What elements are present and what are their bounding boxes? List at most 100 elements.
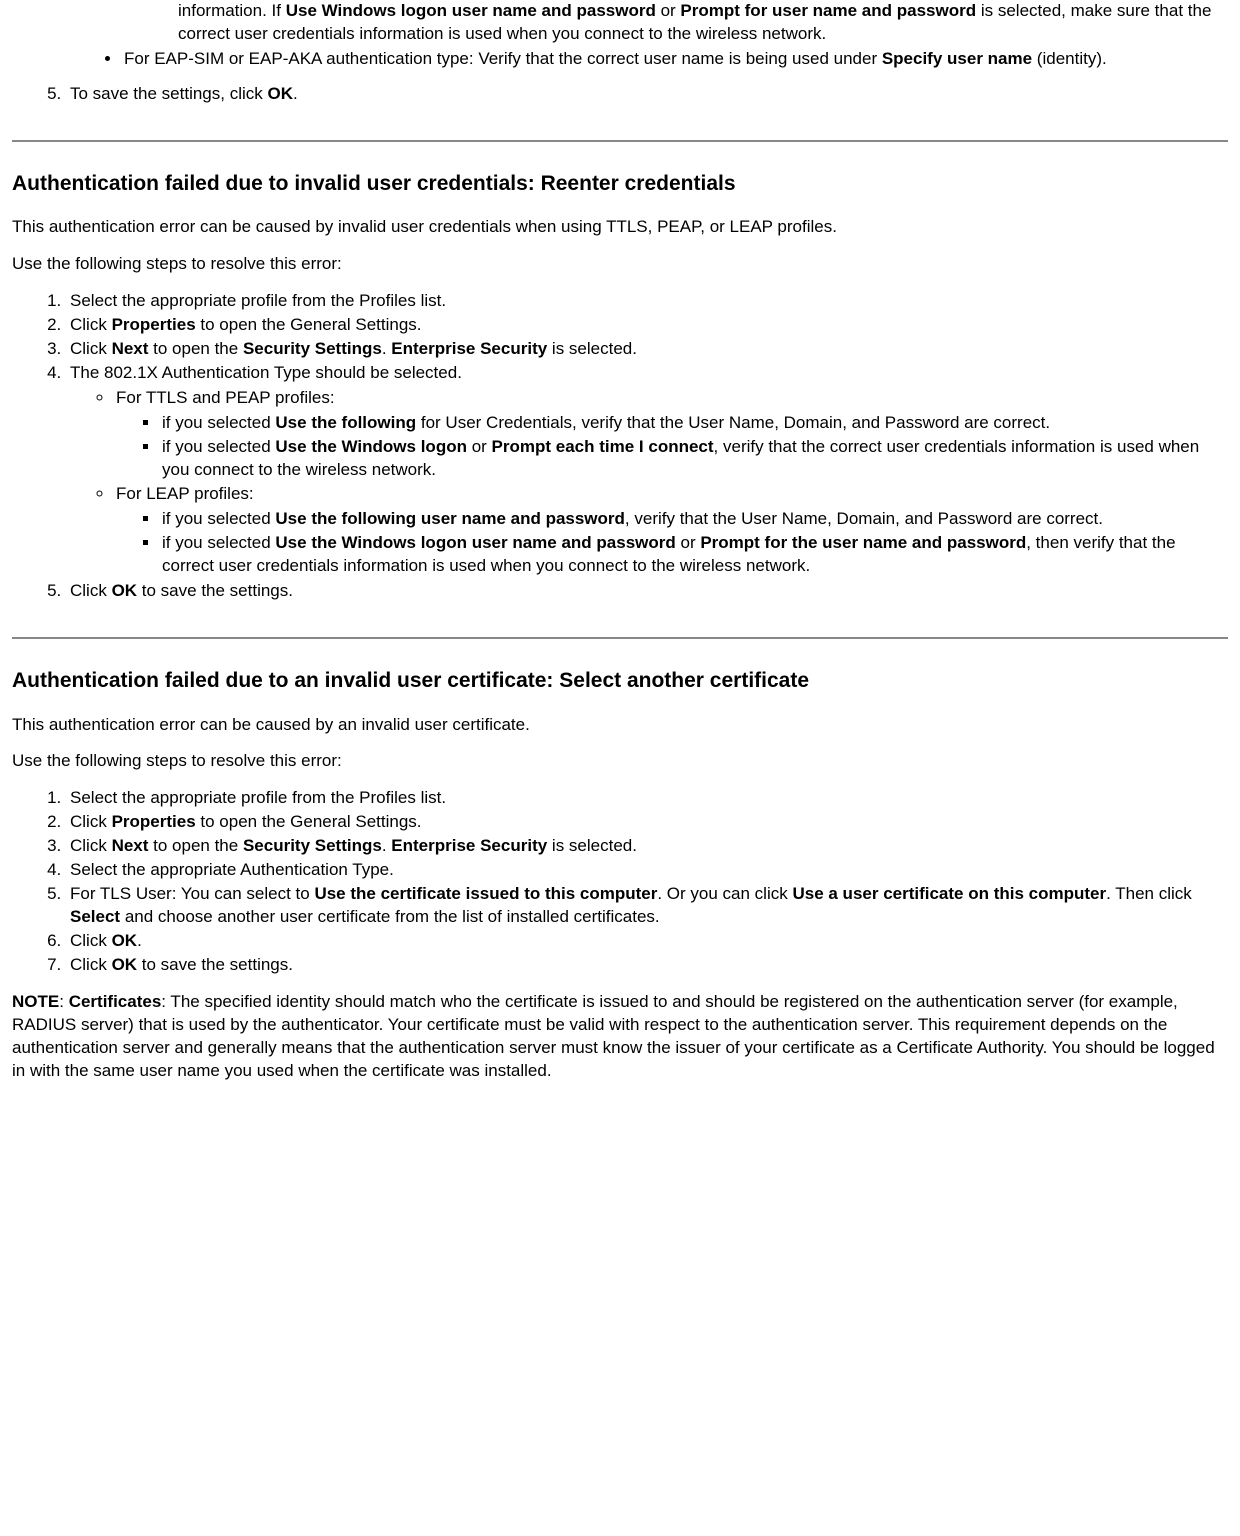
text: To save the settings, click — [70, 84, 267, 103]
text: . Then click — [1106, 884, 1192, 903]
text: if you selected — [162, 413, 275, 432]
sublist: if you selected Use the following for Us… — [116, 412, 1228, 482]
bold-text: Use the Windows logon — [275, 437, 467, 456]
bold-text: Enterprise Security — [391, 339, 547, 358]
bold-text: NOTE — [12, 992, 59, 1011]
text: if you selected — [162, 509, 275, 528]
top-fragment-numbered: To save the settings, click OK. — [12, 83, 1228, 106]
bold-text: OK — [267, 84, 293, 103]
text: or — [676, 533, 701, 552]
text: : — [59, 992, 68, 1011]
list-item: To save the settings, click OK. — [66, 83, 1228, 106]
text: if you selected — [162, 533, 275, 552]
text: (identity). — [1032, 49, 1107, 68]
text: : The specified identity should match wh… — [12, 992, 1215, 1080]
list-item: Click OK. — [66, 930, 1228, 953]
text: and choose another user certificate from… — [120, 907, 660, 926]
bold-text: Select — [70, 907, 120, 926]
text: to open the General Settings. — [196, 812, 422, 831]
list-item: Click Properties to open the General Set… — [66, 314, 1228, 337]
text: Click — [70, 339, 112, 358]
list-item: Click Properties to open the General Set… — [66, 811, 1228, 834]
top-fragment-continuation: information. If Use Windows logon user n… — [178, 0, 1228, 46]
list-item: For TTLS and PEAP profiles: if you selec… — [114, 387, 1228, 482]
list-item: if you selected Use the Windows logon us… — [160, 532, 1228, 578]
list-item: if you selected Use the following for Us… — [160, 412, 1228, 435]
bold-text: Next — [112, 836, 149, 855]
divider — [12, 140, 1228, 142]
list-item: if you selected Use the following user n… — [160, 508, 1228, 531]
list-item: For EAP-SIM or EAP-AKA authentication ty… — [122, 48, 1228, 71]
list-item: if you selected Use the Windows logon or… — [160, 436, 1228, 482]
sublist: For TTLS and PEAP profiles: if you selec… — [70, 387, 1228, 579]
top-fragment: information. If Use Windows logon user n… — [68, 0, 1228, 71]
bold-text: Properties — [112, 315, 196, 334]
bold-text: Security Settings — [243, 836, 382, 855]
text: . — [293, 84, 298, 103]
bold-text: Prompt each time I connect — [492, 437, 714, 456]
bold-text: Properties — [112, 812, 196, 831]
bold-text: OK — [112, 931, 138, 950]
list-item: Click Next to open the Security Settings… — [66, 835, 1228, 858]
text: , verify that the User Name, Domain, and… — [625, 509, 1103, 528]
bold-text: Next — [112, 339, 149, 358]
list-item: For TLS User: You can select to Use the … — [66, 883, 1228, 929]
section-title-reenter-credentials: Authentication failed due to invalid use… — [12, 170, 1228, 198]
text: or — [467, 437, 492, 456]
list-item: For LEAP profiles: if you selected Use t… — [114, 483, 1228, 578]
list-item: Click Next to open the Security Settings… — [66, 338, 1228, 361]
list-item: Click OK to save the settings. — [66, 954, 1228, 977]
divider — [12, 637, 1228, 639]
paragraph: This authentication error can be caused … — [12, 714, 1228, 737]
text: information. If — [178, 1, 286, 20]
text: is selected. — [547, 836, 637, 855]
text: . — [137, 931, 142, 950]
text: Click — [70, 931, 112, 950]
bold-text: Use Windows logon user name and password — [286, 1, 656, 20]
text: The 802.1X Authentication Type should be… — [70, 363, 462, 382]
text: For TTLS and PEAP profiles: — [116, 388, 335, 407]
text: Click — [70, 581, 112, 600]
bold-text: Use a user certificate on this computer — [792, 884, 1106, 903]
text: if you selected — [162, 437, 275, 456]
bold-text: Security Settings — [243, 339, 382, 358]
bold-text: OK — [112, 955, 138, 974]
text: . Or you can click — [657, 884, 792, 903]
bold-text: Specify user name — [882, 49, 1032, 68]
bold-text: Prompt for user name and password — [680, 1, 976, 20]
list-item: Click OK to save the settings. — [66, 580, 1228, 603]
text: . — [382, 339, 391, 358]
bold-text: Enterprise Security — [391, 836, 547, 855]
bold-text: Use the Windows logon user name and pass… — [275, 533, 675, 552]
text: for User Credentials, verify that the Us… — [416, 413, 1050, 432]
text: Click — [70, 955, 112, 974]
bold-text: Use the following — [275, 413, 416, 432]
top-fragment-bullets: For EAP-SIM or EAP-AKA authentication ty… — [68, 48, 1228, 71]
text: or — [656, 1, 681, 20]
note-paragraph: NOTE: Certificates: The specified identi… — [12, 991, 1228, 1083]
text: For LEAP profiles: — [116, 484, 254, 503]
paragraph: Use the following steps to resolve this … — [12, 253, 1228, 276]
paragraph: This authentication error can be caused … — [12, 216, 1228, 239]
bold-text: Use the certificate issued to this compu… — [314, 884, 657, 903]
steps-list: Select the appropriate profile from the … — [12, 787, 1228, 977]
text: Click — [70, 315, 112, 334]
section-title-select-certificate: Authentication failed due to an invalid … — [12, 667, 1228, 695]
text: is selected. — [547, 339, 637, 358]
text: to open the — [148, 339, 243, 358]
steps-list: Select the appropriate profile from the … — [12, 290, 1228, 603]
text: to open the General Settings. — [196, 315, 422, 334]
sublist: if you selected Use the following user n… — [116, 508, 1228, 578]
text: . — [382, 836, 391, 855]
text: to save the settings. — [137, 581, 293, 600]
list-item: Select the appropriate profile from the … — [66, 787, 1228, 810]
bold-text: Certificates — [69, 992, 162, 1011]
paragraph: Use the following steps to resolve this … — [12, 750, 1228, 773]
text: to open the — [148, 836, 243, 855]
text: to save the settings. — [137, 955, 293, 974]
list-item: Select the appropriate profile from the … — [66, 290, 1228, 313]
text: For EAP-SIM or EAP-AKA authentication ty… — [124, 49, 882, 68]
text: Click — [70, 812, 112, 831]
list-item: The 802.1X Authentication Type should be… — [66, 362, 1228, 578]
bold-text: Use the following user name and password — [275, 509, 625, 528]
